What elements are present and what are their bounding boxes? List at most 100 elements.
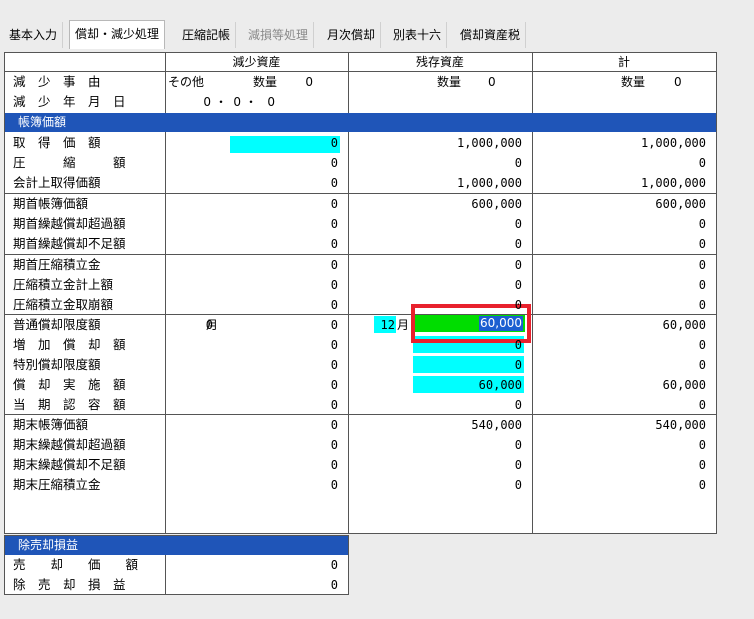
row-decrease-value: 0 xyxy=(330,338,338,352)
row-remaining-value: 600,000 xyxy=(471,197,522,211)
row-total-value: 0 xyxy=(698,338,706,352)
depreciation-panel: 減少資産 残存資産 計 減 少 事 由 その他 数量 0 数量 0 数量 0 減… xyxy=(4,52,717,534)
row-label: 普通償却限度額 xyxy=(13,317,101,332)
row-total-value: 60,000 xyxy=(662,318,706,332)
reduction-date-year[interactable]: 0 xyxy=(167,94,213,111)
row-decrease-value: 0 xyxy=(330,458,338,472)
row-decrease-value: 0 xyxy=(330,136,338,150)
remaining-qty-value: 0 xyxy=(488,75,496,89)
row-label: 期首帳簿価額 xyxy=(13,196,89,211)
reduction-date-label: 減 少 年 月 日 xyxy=(13,94,126,109)
row-total-value: 0 xyxy=(698,156,706,170)
row-label: 当 期 認 容 額 xyxy=(13,397,126,412)
reduction-reason-label: 減 少 事 由 xyxy=(13,74,101,89)
row-decrease-value: 0 xyxy=(330,398,338,412)
row-remaining-value: 0 xyxy=(514,278,522,292)
disposal-value-gain-loss: 0 xyxy=(330,578,338,592)
remaining-month-unit: 月 xyxy=(397,318,410,332)
row-label: 圧 縮 額 xyxy=(13,155,126,170)
row-remaining-value: 540,000 xyxy=(471,418,522,432)
total-qty-label: 数量 xyxy=(621,75,646,89)
row-total-value: 1,000,000 xyxy=(640,176,706,190)
section-book-value: 帳簿価額 xyxy=(5,113,716,132)
row-remaining-value: 0 xyxy=(514,156,522,170)
row-label: 期首繰越償却不足額 xyxy=(13,236,126,251)
reduction-date-month[interactable]: 0 xyxy=(227,94,243,111)
row-remaining-value: 0 xyxy=(514,458,522,472)
row-label: 圧縮積立金取崩額 xyxy=(13,297,114,312)
row-total-value: 0 xyxy=(698,278,706,292)
row-label: 取 得 価 額 xyxy=(13,135,101,150)
tab-monthly-depreciation[interactable]: 月次償却 xyxy=(322,22,382,48)
tab-compression[interactable]: 圧縮記帳 xyxy=(177,22,237,48)
reduction-reason-field[interactable]: その他 xyxy=(166,74,244,91)
row-remaining-value: 0 xyxy=(514,298,522,312)
tab-asset-tax[interactable]: 償却資産税 xyxy=(455,22,527,48)
row-total-value: 0 xyxy=(698,358,706,372)
column-header-remaining: 残存資産 xyxy=(415,55,464,69)
row-decrease-value: 0 xyxy=(330,258,338,272)
row-total-value: 600,000 xyxy=(655,197,706,211)
row-label: 期末繰越償却不足額 xyxy=(13,457,126,472)
row-decrease-value: 0 xyxy=(330,217,338,231)
row-remaining-value: 0 xyxy=(514,217,522,231)
disposal-label-gain-loss: 除 売 却 損 益 xyxy=(13,577,126,592)
tab-schedule-16[interactable]: 別表十六 xyxy=(388,22,448,48)
reduction-date-day[interactable]: 0 xyxy=(259,94,277,111)
row-total-value: 0 xyxy=(698,478,706,492)
row-remaining-value: 0 xyxy=(514,358,522,372)
row-remaining-value: 0 xyxy=(514,438,522,452)
section-disposal: 除売却損益 xyxy=(5,536,348,555)
row-decrease-value: 0 xyxy=(330,378,338,392)
row-label: 圧縮積立金計上額 xyxy=(13,277,114,292)
row-total-value: 540,000 xyxy=(655,418,706,432)
row-decrease-value: 0 xyxy=(330,418,338,432)
row-remaining-value: 0 xyxy=(514,478,522,492)
row-label: 期首繰越償却超過額 xyxy=(13,216,126,231)
disposal-value-sale-price: 0 xyxy=(330,558,338,572)
tab-impairment[interactable]: 減損等処理 xyxy=(243,22,315,48)
row-decrease-value: 0 xyxy=(330,278,338,292)
row-total-value: 0 xyxy=(698,298,706,312)
row-decrease-value: 0 xyxy=(330,298,338,312)
row-total-value: 60,000 xyxy=(662,378,706,392)
tab-depreciation-reduction[interactable]: 償却・減少処理 xyxy=(69,20,166,49)
row-label: 期末繰越償却超過額 xyxy=(13,437,126,452)
row-total-value: 0 xyxy=(698,237,706,251)
disposal-panel: 除売却損益 売 却 価 額 0 除 売 却 損 益 0 xyxy=(4,535,349,595)
row-decrease-value: 0 xyxy=(330,156,338,170)
row-total-value: 1,000,000 xyxy=(640,136,706,150)
row-total-value: 0 xyxy=(698,438,706,452)
row-decrease-value: 0 xyxy=(330,438,338,452)
row-total-value: 0 xyxy=(698,398,706,412)
row-remaining-value: 0 xyxy=(514,237,522,251)
row-decrease-value: 0 xyxy=(330,237,338,251)
decrease-qty-label: 数量 xyxy=(253,75,278,89)
row-total-value: 0 xyxy=(698,258,706,272)
remaining-month-value: 12 xyxy=(380,318,395,332)
row-remaining-value: 1,000,000 xyxy=(456,136,522,150)
row-decrease-value: 0 xyxy=(330,176,338,190)
column-header-total: 計 xyxy=(617,55,630,69)
row-label: 会計上取得価額 xyxy=(13,175,101,190)
tab-basic-input[interactable]: 基本入力 xyxy=(4,22,64,48)
row-remaining-value: 60,000 xyxy=(478,378,522,392)
row-decrease-value: 0 xyxy=(330,318,338,332)
row-remaining-value: 1,000,000 xyxy=(456,176,522,190)
row-label: 期末圧縮積立金 xyxy=(13,477,101,492)
column-header-decrease: 減少資産 xyxy=(232,55,281,69)
row-remaining-value: 0 xyxy=(514,338,522,352)
row-label: 償 却 実 施 額 xyxy=(13,377,126,392)
row-remaining-value: 0 xyxy=(514,258,522,272)
remaining-qty-label: 数量 xyxy=(437,75,462,89)
row-decrease-value: 0 xyxy=(330,197,338,211)
row-remaining-value: 0 xyxy=(514,398,522,412)
row-total-value: 0 xyxy=(698,458,706,472)
decrease-qty-field[interactable]: 0 xyxy=(287,74,317,91)
row-decrease-value: 0 xyxy=(330,358,338,372)
row-total-value: 0 xyxy=(698,217,706,231)
row-decrease-value: 0 xyxy=(330,478,338,492)
total-qty-value: 0 xyxy=(674,75,682,89)
row-label: 増 加 償 却 額 xyxy=(13,337,126,352)
row-label: 期首圧縮積立金 xyxy=(13,257,101,272)
